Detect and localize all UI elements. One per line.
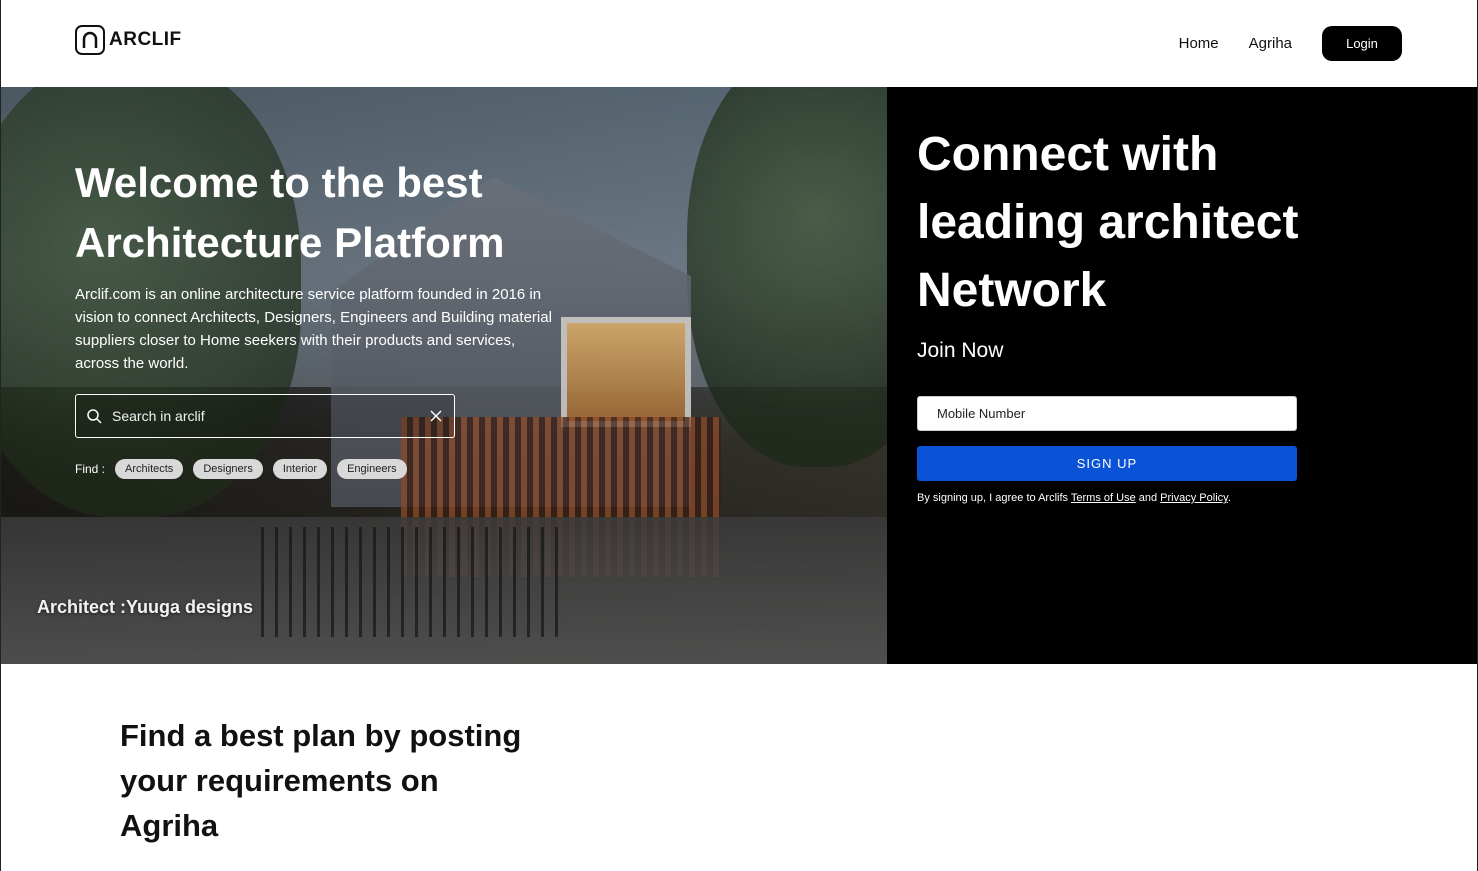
search-icon [87, 409, 102, 424]
chip-interior[interactable]: Interior [272, 459, 328, 479]
terms-link[interactable]: Terms of Use [1071, 492, 1136, 504]
agree-text: By signing up, I agree to Arclifs Terms … [917, 492, 1231, 504]
find-label: Find : [75, 462, 106, 476]
agree-prefix: By signing up, I agree to Arclifs [917, 492, 1069, 504]
hero-trees-right [687, 87, 887, 467]
login-button[interactable]: Login [1322, 26, 1402, 61]
nav-home-link[interactable]: Home [1179, 35, 1219, 52]
chip-architects[interactable]: Architects [115, 459, 184, 479]
privacy-link[interactable]: Privacy Policy [1160, 492, 1228, 504]
find-filters: Find : Architects Designers Interior Eng… [75, 459, 417, 479]
hero-title: Welcome to the best Architecture Platfor… [75, 159, 505, 266]
hero-window [561, 317, 691, 427]
nav-agriha-link[interactable]: Agriha [1249, 35, 1292, 52]
mobile-number-input[interactable] [917, 396, 1297, 431]
hero-description: Arclif.com is an online architecture ser… [75, 286, 552, 372]
architect-credit: Architect :Yuuga designs [37, 597, 254, 617]
logo-text: ARCLIF [109, 29, 182, 50]
hero-section: Welcome to the best Architecture Platfor… [1, 87, 1477, 664]
clear-icon[interactable] [430, 410, 442, 422]
site-header: ARCLIF Home Agriha Login [1, 0, 1477, 87]
signup-button[interactable]: SIGN UP [917, 446, 1297, 481]
hero-image: Welcome to the best Architecture Platfor… [1, 87, 887, 664]
agree-period: . [1227, 492, 1231, 504]
signup-title: Connect with leading architect Network [917, 128, 1299, 317]
main-nav: Home Agriha Login [1179, 26, 1402, 61]
chip-designers[interactable]: Designers [193, 459, 263, 479]
search-bar [75, 394, 455, 438]
search-input[interactable] [110, 407, 430, 425]
home-icon [75, 25, 105, 55]
join-label: Join Now [917, 339, 1004, 362]
signup-panel: Connect with leading architect Network J… [887, 87, 1477, 664]
logo[interactable]: ARCLIF [75, 25, 182, 55]
hero-gate [261, 527, 561, 637]
chip-engineers[interactable]: Engineers [337, 459, 407, 479]
agree-and: and [1138, 492, 1158, 504]
plan-section-title: Find a best plan by posting your require… [120, 718, 522, 843]
